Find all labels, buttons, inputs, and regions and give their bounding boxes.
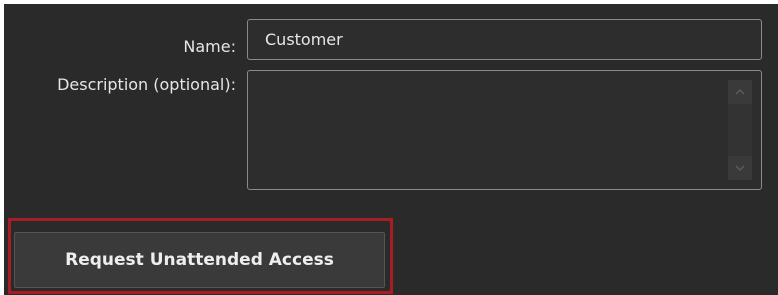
chevron-up-icon bbox=[735, 89, 745, 95]
name-input[interactable] bbox=[247, 19, 762, 60]
description-scrollbar[interactable] bbox=[728, 80, 752, 180]
scroll-down-button[interactable] bbox=[728, 156, 752, 180]
request-unattended-access-button[interactable]: Request Unattended Access bbox=[14, 232, 385, 288]
description-field[interactable] bbox=[247, 70, 762, 190]
description-label: Description (optional): bbox=[57, 75, 236, 94]
name-label: Name: bbox=[183, 37, 236, 56]
description-textarea[interactable] bbox=[254, 77, 724, 181]
scroll-up-button[interactable] bbox=[728, 80, 752, 104]
chevron-down-icon bbox=[735, 165, 745, 171]
